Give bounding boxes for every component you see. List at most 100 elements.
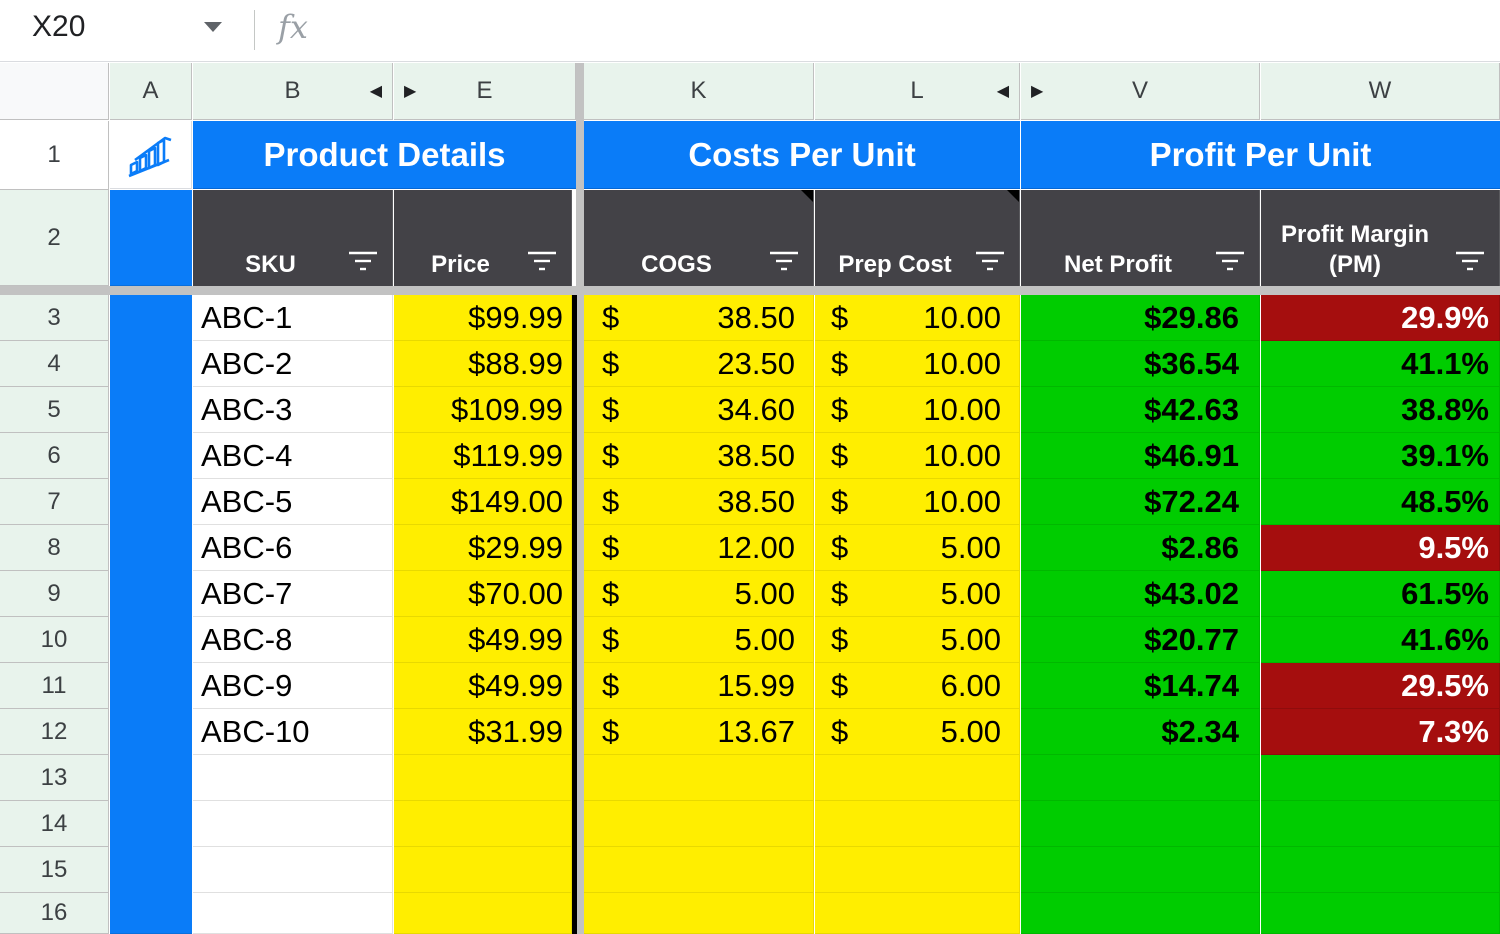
empty-cell[interactable]	[394, 893, 572, 934]
header-net-profit[interactable]: Net Profit	[1021, 190, 1260, 286]
row-header-5[interactable]: 5	[0, 387, 109, 433]
empty-cell[interactable]	[584, 847, 814, 893]
empty-cell[interactable]	[1261, 801, 1500, 847]
cell-price[interactable]: $70.00	[394, 571, 572, 617]
cell-cogs[interactable]: $38.50	[584, 479, 814, 525]
empty-cell[interactable]	[193, 893, 393, 934]
empty-cell[interactable]	[193, 801, 393, 847]
cell-profit-margin[interactable]: 38.8%	[1261, 387, 1500, 433]
cell-profit-margin[interactable]: 7.3%	[1261, 709, 1500, 755]
cell-price[interactable]: $109.99	[394, 387, 572, 433]
cell-sku[interactable]: ABC-10	[193, 709, 393, 755]
cell-sku[interactable]: ABC-5	[193, 479, 393, 525]
name-box[interactable]: X20	[32, 10, 85, 44]
row-header-4[interactable]: 4	[0, 341, 109, 387]
filter-icon[interactable]	[769, 250, 799, 272]
cell-prep-cost[interactable]: $5.00	[815, 525, 1020, 571]
cell-net-profit[interactable]: $36.54	[1021, 341, 1260, 387]
cell-price[interactable]: $29.99	[394, 525, 572, 571]
select-all-corner[interactable]	[0, 63, 109, 120]
column-a-cell[interactable]	[110, 190, 192, 286]
empty-cell[interactable]	[394, 755, 572, 801]
cell-price[interactable]: $31.99	[394, 709, 572, 755]
cell-net-profit[interactable]: $29.86	[1021, 295, 1260, 341]
row-header-6[interactable]: 6	[0, 433, 109, 479]
cell-profit-margin[interactable]: 48.5%	[1261, 479, 1500, 525]
row-header-7[interactable]: 7	[0, 479, 109, 525]
empty-cell[interactable]	[584, 893, 814, 934]
cell-prep-cost[interactable]: $10.00	[815, 387, 1020, 433]
cell-cogs[interactable]: $38.50	[584, 295, 814, 341]
frozen-rows-divider[interactable]	[0, 286, 1500, 295]
cell-net-profit[interactable]: $2.34	[1021, 709, 1260, 755]
cell-sku[interactable]: ABC-8	[193, 617, 393, 663]
cell-profit-margin[interactable]: 39.1%	[1261, 433, 1500, 479]
group-header-profit-per-unit[interactable]: Profit Per Unit	[1021, 121, 1500, 189]
row-header-2[interactable]: 2	[0, 190, 109, 286]
cell-sku[interactable]: ABC-7	[193, 571, 393, 617]
cell-sku[interactable]: ABC-3	[193, 387, 393, 433]
cell-sku[interactable]: ABC-2	[193, 341, 393, 387]
empty-cell[interactable]	[1021, 847, 1260, 893]
cell-net-profit[interactable]: $72.24	[1021, 479, 1260, 525]
cell-cogs[interactable]: $34.60	[584, 387, 814, 433]
empty-cell[interactable]	[1261, 755, 1500, 801]
cell-prep-cost[interactable]: $5.00	[815, 617, 1020, 663]
cell-prep-cost[interactable]: $5.00	[815, 709, 1020, 755]
cell-prep-cost[interactable]: $10.00	[815, 295, 1020, 341]
header-prep-cost[interactable]: Prep Cost	[815, 190, 1020, 286]
empty-cell[interactable]	[193, 755, 393, 801]
row-header-14[interactable]: 14	[0, 801, 109, 847]
header-price[interactable]: Price	[394, 190, 572, 286]
empty-cell[interactable]	[584, 801, 814, 847]
empty-cell[interactable]	[193, 847, 393, 893]
cell-price[interactable]: $149.00	[394, 479, 572, 525]
cell-cogs[interactable]: $38.50	[584, 433, 814, 479]
column-arrow-right-icon[interactable]: ▶	[404, 81, 416, 101]
row-header-11[interactable]: 11	[0, 663, 109, 709]
row-header-3[interactable]: 3	[0, 295, 109, 341]
cell-net-profit[interactable]: $20.77	[1021, 617, 1260, 663]
cell-sku[interactable]: ABC-9	[193, 663, 393, 709]
column-header-l[interactable]: L ◀	[815, 63, 1020, 120]
cell-price[interactable]: $49.99	[394, 663, 572, 709]
empty-cell[interactable]	[1261, 893, 1500, 934]
filter-icon[interactable]	[1215, 250, 1245, 272]
column-header-a[interactable]: A	[110, 63, 192, 120]
header-sku[interactable]: SKU	[193, 190, 393, 286]
header-profit-margin[interactable]: Profit Margin (PM)	[1261, 190, 1500, 286]
cell-profit-margin[interactable]: 61.5%	[1261, 571, 1500, 617]
cell-prep-cost[interactable]: $10.00	[815, 433, 1020, 479]
column-header-e[interactable]: ▶ E	[394, 63, 576, 120]
column-header-b[interactable]: B ◀	[193, 63, 393, 120]
empty-cell[interactable]	[1021, 755, 1260, 801]
group-header-costs-per-unit[interactable]: Costs Per Unit	[584, 121, 1020, 189]
group-header-product-details[interactable]: Product Details	[193, 121, 576, 189]
column-header-k[interactable]: K	[584, 63, 814, 120]
row-header-8[interactable]: 8	[0, 525, 109, 571]
frozen-columns-divider[interactable]	[576, 63, 584, 934]
cell-cogs[interactable]: $13.67	[584, 709, 814, 755]
empty-cell[interactable]	[584, 755, 814, 801]
cell-prep-cost[interactable]: $10.00	[815, 479, 1020, 525]
cell-net-profit[interactable]: $46.91	[1021, 433, 1260, 479]
column-header-w[interactable]: W	[1261, 63, 1500, 120]
cell-profit-margin[interactable]: 29.5%	[1261, 663, 1500, 709]
cell-sku[interactable]: ABC-6	[193, 525, 393, 571]
cell-profit-margin[interactable]: 29.9%	[1261, 295, 1500, 341]
cell-cogs[interactable]: $5.00	[584, 571, 814, 617]
header-cogs[interactable]: COGS	[584, 190, 814, 286]
filter-icon[interactable]	[1455, 250, 1485, 272]
column-arrow-left-icon[interactable]: ◀	[997, 81, 1009, 101]
cell-cogs[interactable]: $5.00	[584, 617, 814, 663]
cell-prep-cost[interactable]: $6.00	[815, 663, 1020, 709]
row-header-16[interactable]: 16	[0, 893, 109, 934]
empty-cell[interactable]	[1261, 847, 1500, 893]
cell-cogs[interactable]: $23.50	[584, 341, 814, 387]
chevron-down-icon[interactable]	[204, 22, 222, 32]
cell-price[interactable]: $119.99	[394, 433, 572, 479]
cell-profit-margin[interactable]: 41.6%	[1261, 617, 1500, 663]
column-arrow-left-icon[interactable]: ◀	[370, 81, 382, 101]
cell-cogs[interactable]: $12.00	[584, 525, 814, 571]
cell-net-profit[interactable]: $14.74	[1021, 663, 1260, 709]
